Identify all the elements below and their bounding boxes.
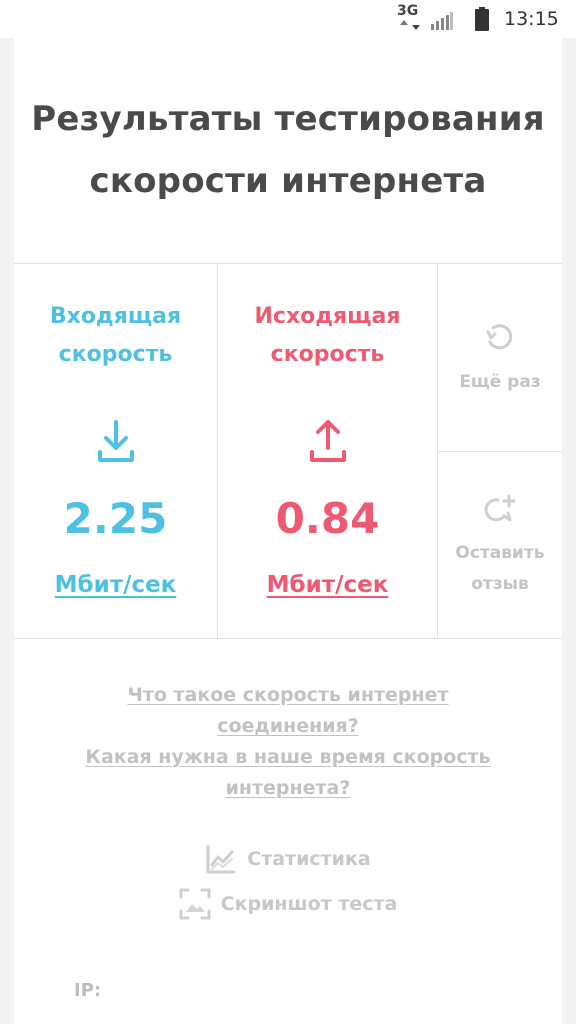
download-label: Входящая скорость [49, 304, 182, 367]
download-value: 2.25 [63, 494, 168, 543]
divider [14, 638, 562, 639]
feedback-button[interactable]: Оставить отзыв [438, 452, 562, 638]
upload-value: 0.84 [275, 494, 380, 543]
retry-label: Ещё раз [459, 372, 541, 392]
status-time: 13:15 [504, 8, 559, 30]
statistics-label: Статистика [247, 848, 371, 870]
statistics-button[interactable]: Статистика [14, 843, 562, 885]
chart-icon [206, 844, 236, 874]
download-unit-link[interactable]: Мбит/сек [14, 570, 217, 600]
upload-panel: Исходящая скорость 0.84 Мбит/сек [218, 264, 437, 638]
data-arrows-icon [400, 20, 420, 30]
upload-icon [310, 420, 346, 462]
signal-icon [431, 12, 453, 30]
ip-label: IP: [74, 980, 102, 1001]
network-type: 3G [397, 3, 419, 19]
link-what-is-speed[interactable]: Что такое скорость интернет соединения? [14, 680, 562, 742]
battery-icon [475, 7, 489, 31]
refresh-icon [486, 324, 513, 350]
results-card: Результаты тестирования скорости интерне… [14, 38, 562, 1024]
chat-add-icon [484, 494, 516, 522]
info-links: Что такое скорость интернет соединения? … [14, 680, 562, 804]
download-icon [98, 420, 134, 462]
feedback-label: Оставить отзыв [455, 543, 545, 594]
download-panel: Входящая скорость 2.25 Мбит/сек [14, 264, 217, 638]
page-title: Результаты тестирования скорости интерне… [31, 99, 545, 201]
status-bar: 3G 13:15 [0, 0, 576, 38]
screenshot-label: Скриншот теста [220, 893, 398, 915]
link-needed-speed[interactable]: Какая нужна в наше время скорость интерн… [14, 742, 562, 804]
upload-label: Исходящая скорость [254, 304, 401, 367]
screenshot-button[interactable]: Скриншот теста [14, 888, 562, 930]
retry-button[interactable]: Ещё раз [438, 264, 562, 451]
upload-unit-link[interactable]: Мбит/сек [218, 570, 437, 600]
screenshot-icon [179, 888, 211, 920]
